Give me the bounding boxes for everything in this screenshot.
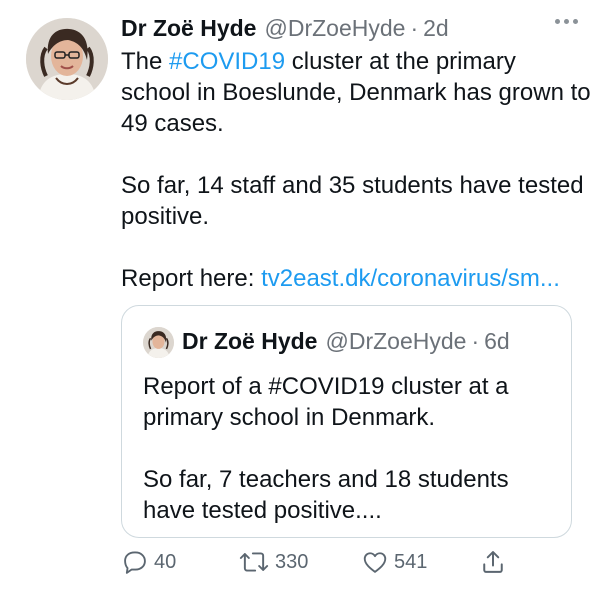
author-handle[interactable]: @DrZoeHyde [264, 15, 405, 42]
reply-icon [124, 551, 146, 574]
separator-dot: · [410, 15, 419, 41]
retweet-button[interactable]: 330 [238, 548, 308, 576]
avatar[interactable] [26, 18, 108, 100]
retweet-count: 330 [275, 550, 309, 573]
quoted-separator-dot: · [471, 328, 480, 354]
avatar-photo [26, 18, 108, 100]
share-icon [483, 551, 503, 573]
quoted-text: Report of a #COVID19 cluster at a primar… [143, 371, 553, 526]
reply-button[interactable]: 40 [121, 548, 176, 576]
quoted-avatar [143, 327, 174, 358]
tweet-header: Dr Zoë Hyde @DrZoeHyde · 2d [121, 15, 580, 45]
more-dot [555, 19, 560, 24]
quoted-paragraph-2: So far, 7 teachers and 18 students have … [143, 466, 509, 524]
quoted-tweet[interactable]: Dr Zoë Hyde @DrZoeHyde · 6d Report of a … [121, 305, 572, 538]
quoted-paragraph-1: Report of a #COVID19 cluster at a primar… [143, 373, 509, 431]
more-options-icon[interactable] [555, 19, 578, 24]
report-prefix: Report here: [121, 265, 262, 292]
quoted-avatar-photo [143, 327, 174, 358]
tweet-text: The #COVID19 cluster at the primary scho… [121, 46, 591, 294]
author-name[interactable]: Dr Zoë Hyde [121, 15, 256, 42]
tweet-paragraph-1: The #COVID19 cluster at the primary scho… [121, 46, 591, 139]
reply-count: 40 [154, 550, 177, 573]
share-button[interactable] [479, 548, 507, 576]
retweet-icon [239, 552, 269, 572]
tweet-paragraph-3: Report here: tv2east.dk/coronavirus/sm..… [121, 263, 591, 294]
more-dot [564, 19, 569, 24]
quoted-time: 6d [484, 328, 510, 354]
like-button[interactable]: 541 [361, 548, 427, 576]
quoted-author-handle: @DrZoeHyde [325, 328, 467, 354]
hashtag-link[interactable]: #COVID19 [169, 48, 285, 75]
report-link[interactable]: tv2east.dk/coronavirus/sm... [261, 265, 560, 292]
heart-icon [363, 552, 387, 573]
tweet-paragraph-2: So far, 14 staff and 35 students have te… [121, 172, 584, 230]
tweet-actions: 40 330 541 [121, 548, 591, 584]
tweet-text-segment: The [121, 48, 170, 75]
more-dot [573, 19, 578, 24]
tweet-time[interactable]: 2d [423, 15, 449, 42]
like-count: 541 [394, 550, 428, 573]
quoted-header: Dr Zoë Hyde @DrZoeHyde · 6d [182, 328, 510, 355]
quoted-author-name: Dr Zoë Hyde [182, 328, 318, 354]
